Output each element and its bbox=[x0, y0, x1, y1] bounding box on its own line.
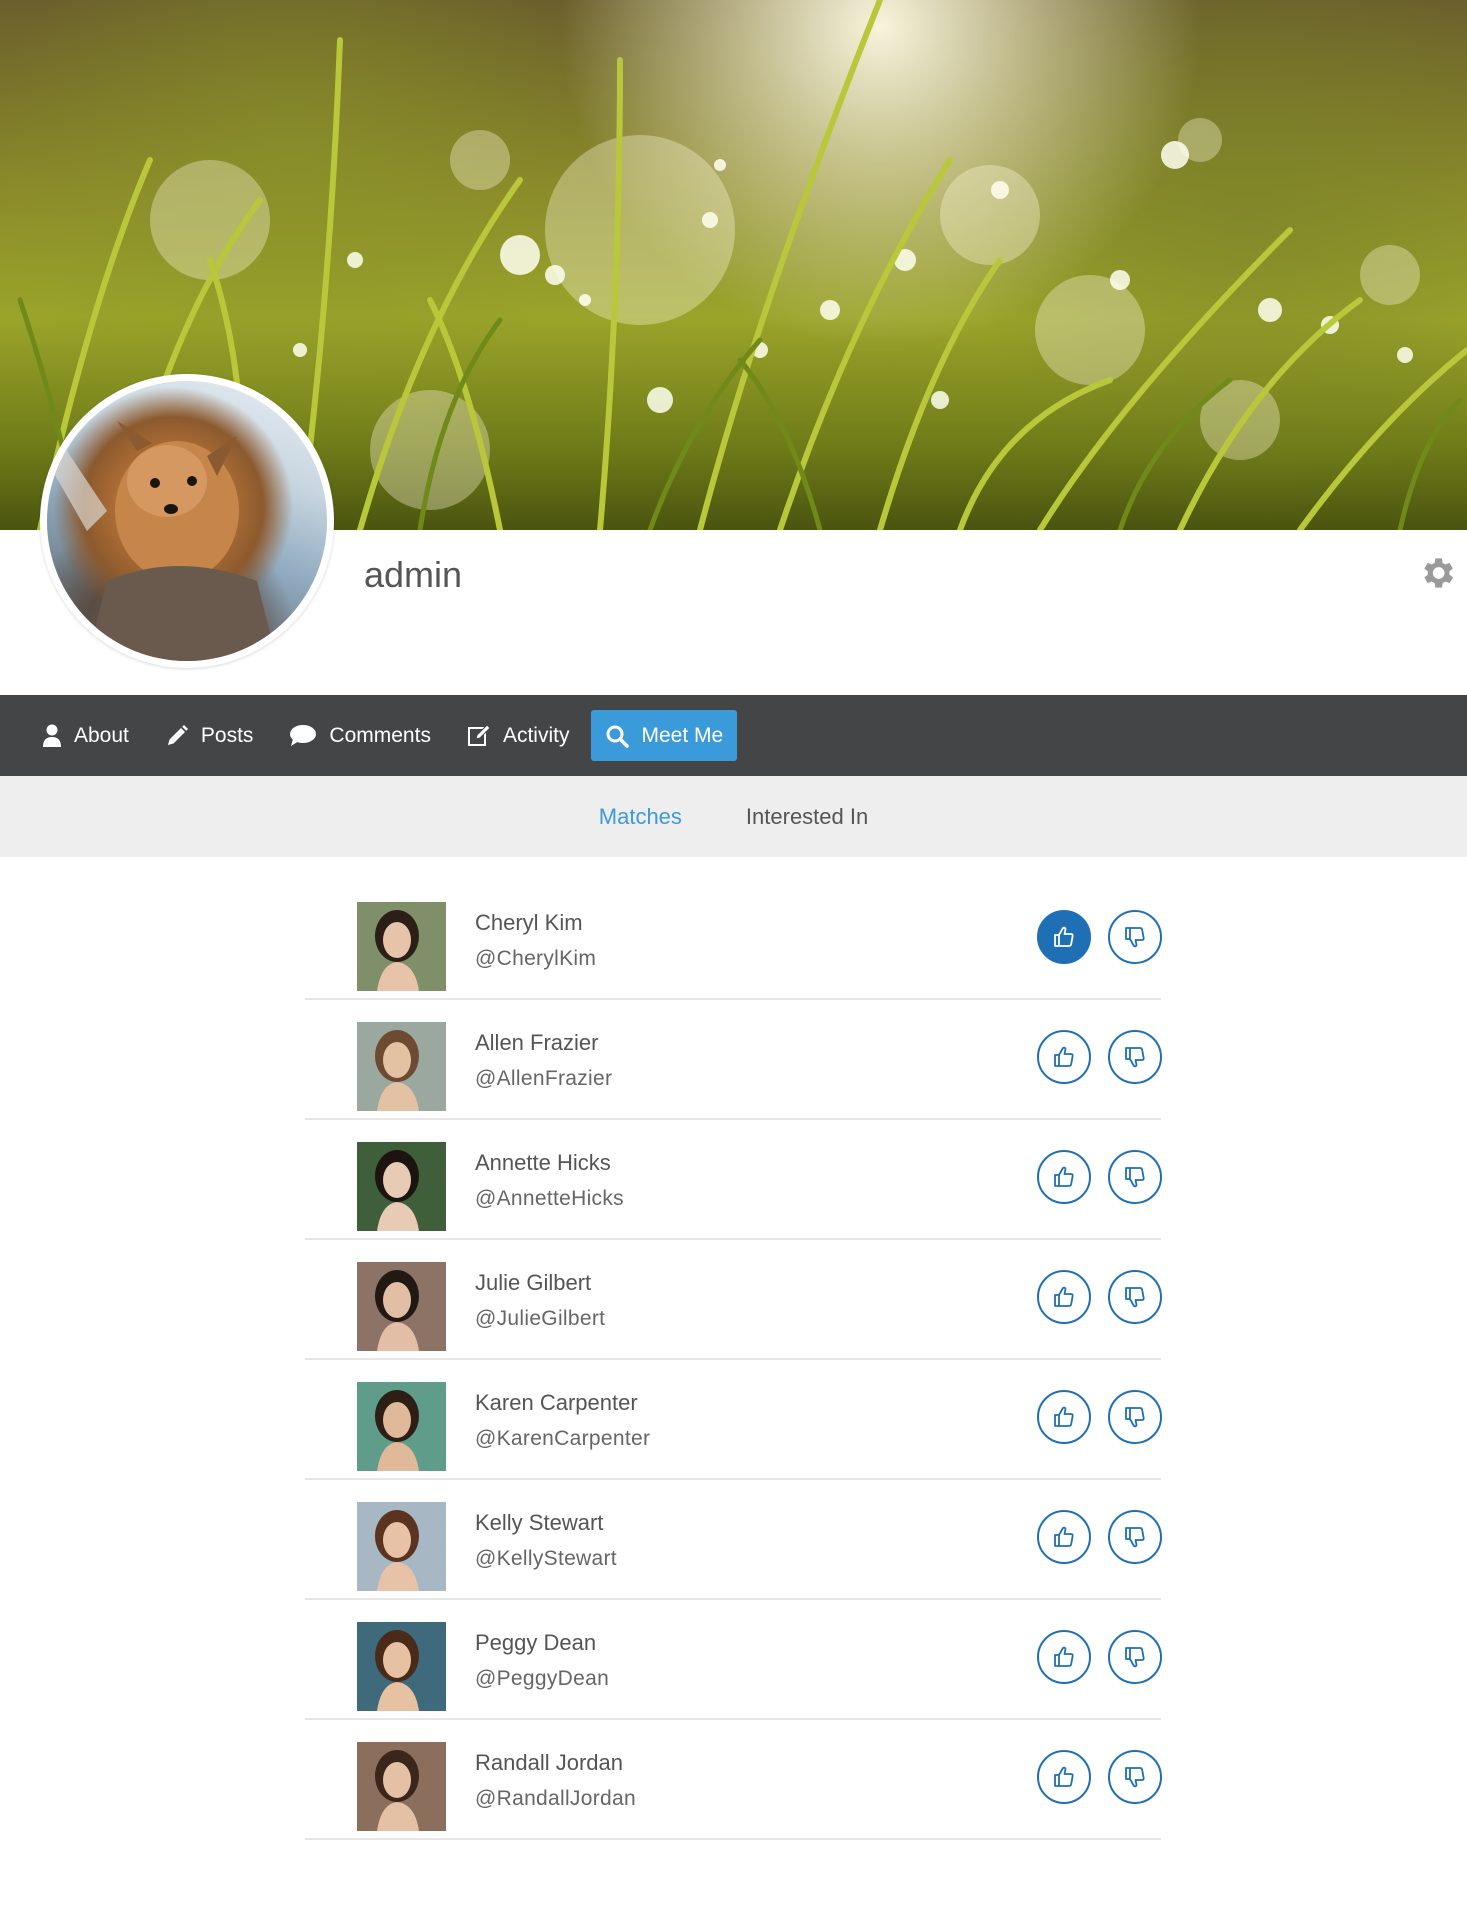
list-item: Julie Gilbert @JulieGilbert bbox=[305, 1240, 1162, 1360]
thumbs-up-icon bbox=[1054, 1166, 1074, 1187]
thumbs-up-icon bbox=[1054, 1646, 1074, 1667]
person-photo-graphic bbox=[357, 1502, 446, 1591]
gear-icon[interactable] bbox=[1417, 553, 1457, 593]
match-handle: @CherylKim bbox=[475, 947, 597, 970]
match-name[interactable]: Peggy Dean bbox=[475, 1630, 596, 1656]
nav-item-about[interactable]: About bbox=[28, 710, 143, 761]
thumbs-down-icon bbox=[1125, 1407, 1145, 1428]
thumbs-up-icon bbox=[1054, 1286, 1074, 1307]
match-name[interactable]: Karen Carpenter bbox=[475, 1390, 638, 1416]
nav-item-label: Meet Me bbox=[641, 723, 724, 747]
match-avatar[interactable] bbox=[357, 1022, 446, 1111]
thumbs-down-icon bbox=[1125, 1767, 1145, 1788]
match-name[interactable]: Allen Frazier bbox=[475, 1030, 598, 1056]
pencil-icon bbox=[167, 724, 188, 745]
list-item: Karen Carpenter @KarenCarpenter bbox=[305, 1360, 1162, 1480]
like-button[interactable] bbox=[1037, 910, 1091, 964]
nav-item-activity[interactable]: Activity bbox=[453, 710, 584, 761]
thumbs-up-icon bbox=[1054, 1526, 1074, 1547]
match-name[interactable]: Randall Jordan bbox=[475, 1750, 623, 1776]
dislike-button[interactable] bbox=[1108, 1750, 1162, 1804]
dislike-button[interactable] bbox=[1108, 910, 1162, 964]
match-handle: @KellyStewart bbox=[475, 1547, 617, 1570]
like-button[interactable] bbox=[1037, 1750, 1091, 1804]
dislike-button[interactable] bbox=[1108, 1150, 1162, 1204]
person-photo-graphic bbox=[357, 1622, 446, 1711]
match-avatar[interactable] bbox=[357, 1262, 446, 1351]
search-icon bbox=[606, 725, 630, 748]
list-item: Allen Frazier @AllenFrazier bbox=[305, 1000, 1162, 1120]
match-name[interactable]: Kelly Stewart bbox=[475, 1510, 603, 1536]
nav-item-label: Comments bbox=[329, 723, 431, 747]
edit-icon bbox=[467, 723, 491, 746]
list-item: Kelly Stewart @KellyStewart bbox=[305, 1480, 1162, 1600]
match-name[interactable]: Cheryl Kim bbox=[475, 910, 583, 936]
match-handle: @AllenFrazier bbox=[475, 1067, 613, 1090]
nav-item-meet-me[interactable]: Meet Me bbox=[591, 710, 738, 761]
meet-me-subtabs: Matches Interested In bbox=[0, 776, 1467, 857]
match-avatar[interactable] bbox=[357, 1142, 446, 1231]
nav-item-label: Posts bbox=[200, 723, 254, 747]
person-photo-graphic bbox=[357, 1742, 446, 1831]
match-handle: @RandallJordan bbox=[475, 1787, 636, 1810]
match-handle: @JulieGilbert bbox=[475, 1307, 606, 1330]
thumbs-up-icon bbox=[1054, 1406, 1074, 1427]
person-photo-graphic bbox=[357, 902, 446, 991]
dislike-button[interactable] bbox=[1108, 1510, 1162, 1564]
nav-item-comments[interactable]: Comments bbox=[275, 710, 445, 761]
thumbs-down-icon bbox=[1125, 1527, 1145, 1548]
tab-interested-in[interactable]: Interested In bbox=[746, 804, 868, 830]
match-handle: @AnnetteHicks bbox=[475, 1187, 624, 1210]
person-photo-graphic bbox=[357, 1022, 446, 1111]
person-photo-graphic bbox=[357, 1142, 446, 1231]
thumbs-down-icon bbox=[1125, 927, 1145, 948]
thumbs-down-icon bbox=[1125, 1167, 1145, 1188]
thumbs-up-icon bbox=[1054, 1046, 1074, 1067]
match-avatar[interactable] bbox=[357, 1502, 446, 1591]
list-item: Cheryl Kim @CherylKim bbox=[305, 880, 1162, 1000]
list-item: Peggy Dean @PeggyDean bbox=[305, 1600, 1162, 1720]
like-button[interactable] bbox=[1037, 1390, 1091, 1444]
list-item: Annette Hicks @AnnetteHicks bbox=[305, 1120, 1162, 1240]
dislike-button[interactable] bbox=[1108, 1630, 1162, 1684]
thumbs-down-icon bbox=[1125, 1647, 1145, 1668]
like-button[interactable] bbox=[1037, 1150, 1091, 1204]
match-list: Cheryl Kim @CherylKim Allen Frazier @All… bbox=[305, 880, 1162, 1840]
match-name[interactable]: Annette Hicks bbox=[475, 1150, 611, 1176]
nav-item-label: About bbox=[74, 723, 129, 747]
match-avatar[interactable] bbox=[357, 1742, 446, 1831]
person-photo-graphic bbox=[357, 1382, 446, 1471]
profile-navbar: About Posts Comments Activity Meet Me bbox=[0, 695, 1467, 776]
comment-icon bbox=[290, 724, 317, 746]
like-button[interactable] bbox=[1037, 1270, 1091, 1324]
avatar-photo bbox=[47, 381, 327, 661]
dislike-button[interactable] bbox=[1108, 1030, 1162, 1084]
thumbs-down-icon bbox=[1125, 1287, 1145, 1308]
nav-item-label: Activity bbox=[502, 723, 570, 747]
thumbs-up-icon bbox=[1054, 1766, 1074, 1787]
match-avatar[interactable] bbox=[357, 1622, 446, 1711]
match-avatar[interactable] bbox=[357, 1382, 446, 1471]
match-avatar[interactable] bbox=[357, 902, 446, 991]
list-item: Randall Jordan @RandallJordan bbox=[305, 1720, 1162, 1840]
nav-item-posts[interactable]: Posts bbox=[151, 710, 268, 761]
like-button[interactable] bbox=[1037, 1630, 1091, 1684]
user-icon bbox=[43, 724, 61, 747]
dislike-button[interactable] bbox=[1108, 1270, 1162, 1324]
dog-graphic bbox=[47, 421, 277, 661]
tab-matches[interactable]: Matches bbox=[599, 804, 682, 830]
match-name[interactable]: Julie Gilbert bbox=[475, 1270, 591, 1296]
thumbs-up-icon bbox=[1054, 926, 1074, 947]
person-photo-graphic bbox=[357, 1262, 446, 1351]
match-handle: @KarenCarpenter bbox=[475, 1427, 651, 1450]
like-button[interactable] bbox=[1037, 1030, 1091, 1084]
profile-name: admin bbox=[364, 554, 463, 595]
like-button[interactable] bbox=[1037, 1510, 1091, 1564]
dislike-button[interactable] bbox=[1108, 1390, 1162, 1444]
match-handle: @PeggyDean bbox=[475, 1667, 610, 1690]
thumbs-down-icon bbox=[1125, 1047, 1145, 1068]
profile-avatar[interactable] bbox=[40, 374, 334, 668]
